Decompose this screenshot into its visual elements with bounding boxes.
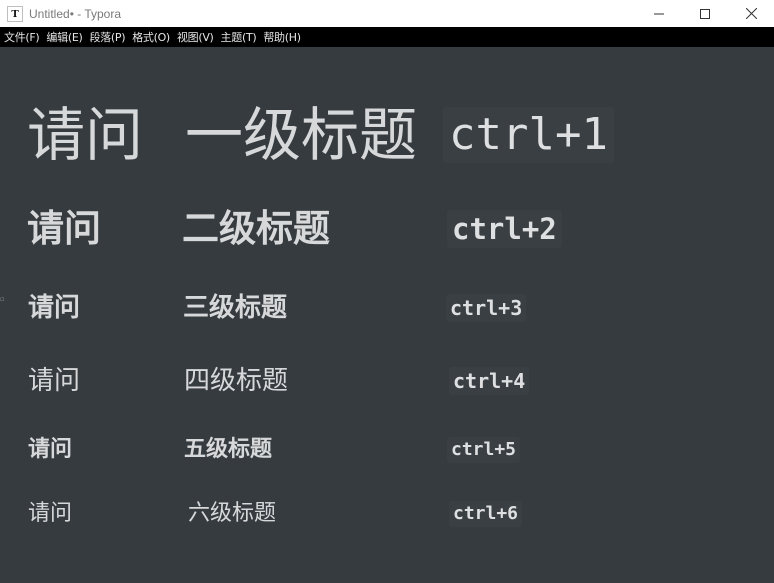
heading-1-label: 一级标题 (185, 101, 418, 169)
heading-6-label: 六级标题 (188, 501, 277, 526)
heading-4-question: 请问 (28, 366, 81, 396)
heading-3-row[interactable]: 请问 三级标题 ctrl+3 (0, 291, 774, 325)
menu-edit[interactable]: 编辑(E) (43, 29, 85, 45)
heading-2-label: 二级标题 (182, 207, 330, 250)
window-controls (636, 0, 774, 27)
close-button[interactable] (728, 0, 774, 27)
heading-5-shortcut: ctrl+5 (447, 437, 521, 463)
heading-6-shortcut: ctrl+6 (449, 501, 523, 527)
heading-2-row[interactable]: 请问 二级标题 ctrl+2 (0, 204, 774, 254)
heading-5-question: 请问 (28, 437, 73, 462)
heading-4-shortcut: ctrl+4 (449, 367, 530, 395)
editor-area[interactable]: ▫ 请问 一级标题 ctrl+1 请问 二级标题 ctrl+2 请问 三级标题 … (0, 47, 774, 583)
heading-2-shortcut: ctrl+2 (447, 210, 562, 248)
window-title: Untitled• - Typora (29, 6, 122, 21)
heading-1-shortcut: ctrl+1 (443, 107, 614, 163)
heading-5-row[interactable]: 请问 五级标题 ctrl+5 (0, 435, 774, 465)
heading-1-question: 请问 (27, 101, 144, 169)
heading-4-label: 四级标题 (184, 366, 289, 396)
maximize-icon (700, 8, 710, 19)
menu-format[interactable]: 格式(O) (129, 29, 173, 45)
menu-paragraph[interactable]: 段落(P) (86, 29, 128, 45)
heading-5-label: 五级标题 (184, 437, 273, 462)
menu-bar: 文件(F) 编辑(E) 段落(P) 格式(O) 视图(V) 主题(T) 帮助(H… (0, 27, 774, 47)
heading-6-row[interactable]: 请问 六级标题 ctrl+6 (0, 499, 774, 529)
maximize-button[interactable] (682, 0, 728, 27)
heading-2-question: 请问 (27, 207, 101, 250)
menu-help[interactable]: 帮助(H) (260, 29, 303, 45)
minimize-icon (654, 13, 664, 14)
heading-6-question: 请问 (28, 501, 73, 526)
heading-3-question: 请问 (28, 293, 81, 323)
title-bar: T Untitled• - Typora (0, 0, 774, 27)
heading-1-row[interactable]: 请问 一级标题 ctrl+1 (0, 99, 774, 171)
menu-file[interactable]: 文件(F) (1, 29, 42, 45)
heading-3-label: 三级标题 (183, 293, 288, 323)
minimize-button[interactable] (636, 0, 682, 27)
typora-logo-icon: T (7, 5, 23, 22)
menu-theme[interactable]: 主题(T) (218, 29, 260, 45)
heading-4-row[interactable]: 请问 四级标题 ctrl+4 (0, 364, 774, 398)
menu-view[interactable]: 视图(V) (174, 29, 217, 45)
close-icon (745, 8, 757, 19)
heading-3-shortcut: ctrl+3 (446, 294, 527, 322)
